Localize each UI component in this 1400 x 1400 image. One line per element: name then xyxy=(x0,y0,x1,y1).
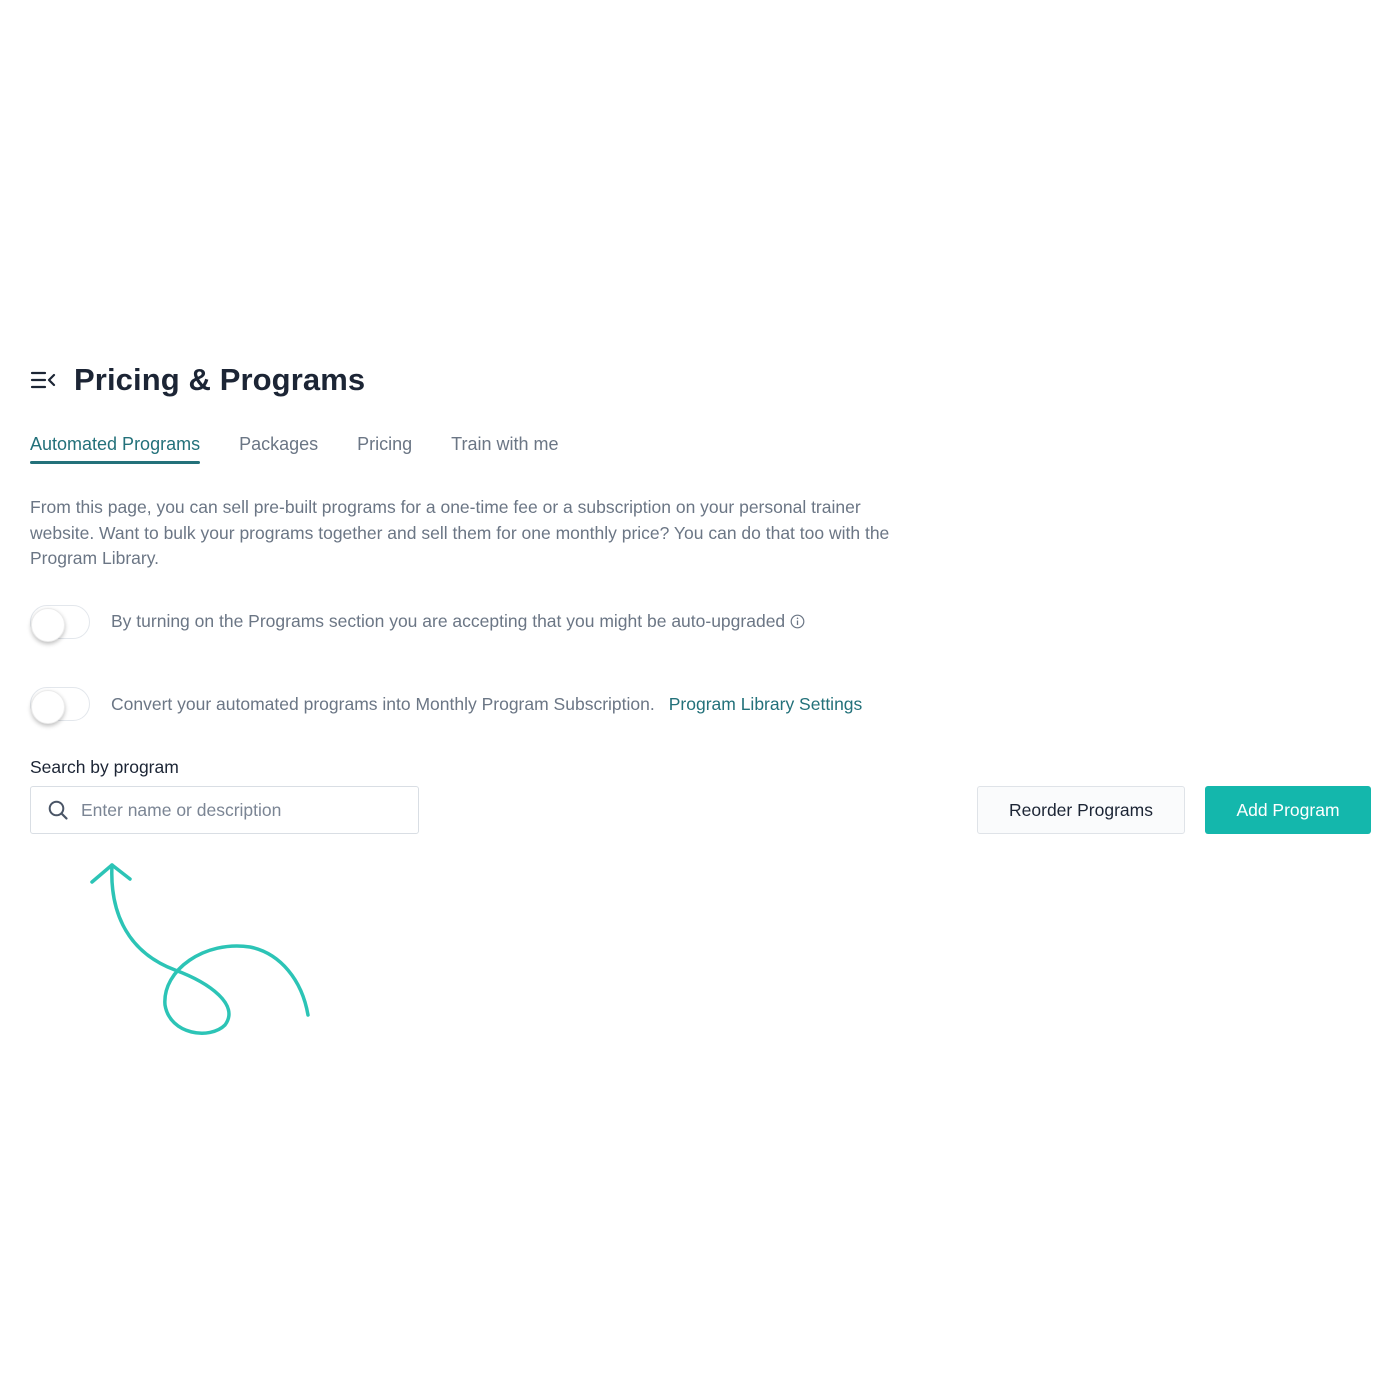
monthly-subscription-toggle-row: Convert your automated programs into Mon… xyxy=(30,684,862,724)
page-title: Pricing & Programs xyxy=(74,362,366,397)
info-icon[interactable] xyxy=(790,613,805,634)
menu-collapse-icon[interactable] xyxy=(30,369,58,391)
monthly-subscription-toggle-label: Convert your automated programs into Mon… xyxy=(111,693,655,714)
search-box[interactable] xyxy=(30,786,419,834)
tab-train-with-me[interactable]: Train with me xyxy=(451,430,558,464)
programs-section-toggle[interactable] xyxy=(30,605,90,642)
program-library-settings-link[interactable]: Program Library Settings xyxy=(669,694,863,715)
add-program-button[interactable]: Add Program xyxy=(1205,786,1371,834)
curly-arrow-doodle xyxy=(90,863,310,1035)
search-icon xyxy=(47,799,69,821)
tab-automated-programs[interactable]: Automated Programs xyxy=(30,430,201,464)
programs-section-toggle-label: By turning on the Programs section you a… xyxy=(111,611,805,634)
tab-packages[interactable]: Packages xyxy=(239,430,318,464)
toggle-label-text: By turning on the Programs section you a… xyxy=(111,610,786,631)
page-header: Pricing & Programs xyxy=(30,358,365,402)
search-input[interactable] xyxy=(81,799,381,821)
page-description: From this page, you can sell pre-built p… xyxy=(30,497,890,568)
toggle-knob xyxy=(31,608,65,642)
tab-pricing[interactable]: Pricing xyxy=(357,430,412,464)
tab-bar: Automated Programs Packages Pricing Trai… xyxy=(30,430,598,466)
monthly-subscription-toggle[interactable] xyxy=(30,687,90,724)
programs-section-toggle-row: By turning on the Programs section you a… xyxy=(30,602,805,642)
toggle-knob xyxy=(31,690,65,724)
search-label: Search by program xyxy=(30,757,179,777)
reorder-programs-button[interactable]: Reorder Programs xyxy=(977,786,1185,834)
